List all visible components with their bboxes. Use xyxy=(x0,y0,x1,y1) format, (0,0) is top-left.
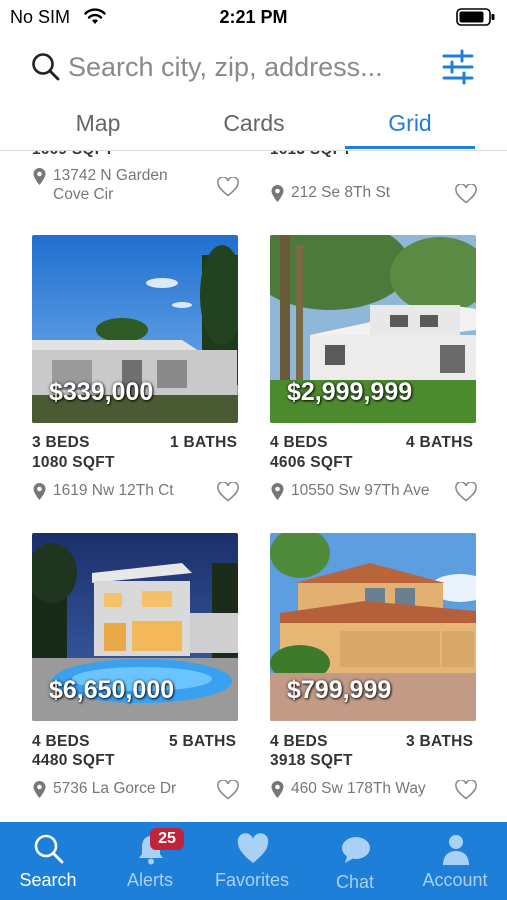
status-bar: No SIM 2:21 PM xyxy=(0,0,507,34)
listing-address: 13742 N Garden Cove Cir xyxy=(53,167,168,203)
location-pin-icon xyxy=(271,185,284,202)
listing-photo[interactable]: $799,999 xyxy=(270,533,476,721)
view-tabs: Map Cards Grid xyxy=(0,100,507,151)
active-tab-indicator xyxy=(345,146,475,149)
bottom-nav-bar: Search 25 Alerts Favorites Chat Account xyxy=(0,822,507,900)
location-pin-icon xyxy=(271,483,284,500)
listing-address: 460 Sw 178Th Way xyxy=(291,780,426,797)
nav-account-label: Account xyxy=(422,870,488,890)
listing-beds: 4 BEDS xyxy=(270,733,328,750)
listing-sqft: 1080 SQFT xyxy=(32,454,115,471)
listing-address: 1619 Nw 12Th Ct xyxy=(53,482,174,499)
favorite-heart-icon[interactable] xyxy=(217,177,239,197)
nav-alerts-label: Alerts xyxy=(126,870,173,890)
listing-beds: 4 BEDS xyxy=(32,733,90,750)
favorite-heart-icon[interactable] xyxy=(217,482,239,502)
status-time: 2:21 PM xyxy=(219,7,288,27)
location-pin-icon xyxy=(33,781,46,798)
search-icon xyxy=(32,53,60,81)
listing-photo[interactable]: $2,999,999 xyxy=(270,235,476,423)
cut-off-sqft-right: 1613 SQFT xyxy=(270,151,352,158)
location-pin-icon xyxy=(33,483,46,500)
listing-price: $6,650,000 xyxy=(49,676,175,704)
location-pin-icon xyxy=(271,781,284,798)
listing-price: $339,000 xyxy=(49,378,154,406)
search-bar xyxy=(0,34,507,100)
person-icon xyxy=(443,835,469,865)
heart-icon xyxy=(237,833,269,863)
listing-baths: 1 BATHS xyxy=(170,434,238,451)
listing-beds: 4 BEDS xyxy=(270,434,328,451)
nav-favorites[interactable]: Favorites xyxy=(202,822,302,900)
alerts-count-badge: 25 xyxy=(150,828,184,850)
nav-alerts[interactable]: 25 Alerts xyxy=(100,822,200,900)
tab-grid[interactable]: Grid xyxy=(345,110,475,137)
nav-chat-label: Chat xyxy=(335,872,375,892)
nav-search-label: Search xyxy=(19,870,77,890)
search-icon xyxy=(34,834,64,864)
filter-sliders-icon[interactable] xyxy=(440,48,476,86)
listing-photo[interactable]: $339,000 xyxy=(32,235,238,423)
listing-price: $799,999 xyxy=(287,676,392,704)
battery-icon xyxy=(456,8,495,26)
nav-chat[interactable]: Chat xyxy=(305,822,405,900)
listing-sqft: 3918 SQFT xyxy=(270,752,353,769)
listing-address: 10550 Sw 97Th Ave xyxy=(291,482,430,499)
tab-map[interactable]: Map xyxy=(36,110,160,137)
listing-address: 5736 La Gorce Dr xyxy=(53,780,177,797)
listing-baths: 5 BATHS xyxy=(169,733,237,750)
listing-beds: 3 BEDS xyxy=(32,434,90,451)
cut-off-sqft-left: 1669 SQFT xyxy=(32,151,114,158)
listing-sqft: 4480 SQFT xyxy=(32,752,115,769)
favorite-heart-icon[interactable] xyxy=(455,184,477,204)
nav-favorites-label: Favorites xyxy=(214,870,290,890)
favorite-heart-icon[interactable] xyxy=(455,780,477,800)
location-pin-icon xyxy=(33,168,46,185)
favorite-heart-icon[interactable] xyxy=(455,482,477,502)
tab-cards[interactable]: Cards xyxy=(190,110,318,137)
listing-sqft: 4606 SQFT xyxy=(270,454,353,471)
listing-grid[interactable]: 1669 SQFT 1613 SQFT 13742 N Garden Cove … xyxy=(0,151,507,821)
favorite-heart-icon[interactable] xyxy=(217,780,239,800)
listing-address: 212 Se 8Th St xyxy=(291,184,391,201)
chat-icon xyxy=(342,837,370,863)
listing-photo[interactable]: $6,650,000 xyxy=(32,533,238,721)
listing-price: $2,999,999 xyxy=(287,378,413,406)
listing-baths: 3 BATHS xyxy=(406,733,474,750)
listing-baths: 4 BATHS xyxy=(406,434,474,451)
nav-search[interactable]: Search xyxy=(0,822,98,900)
search-input[interactable] xyxy=(68,49,428,85)
nav-account[interactable]: Account xyxy=(405,822,505,900)
